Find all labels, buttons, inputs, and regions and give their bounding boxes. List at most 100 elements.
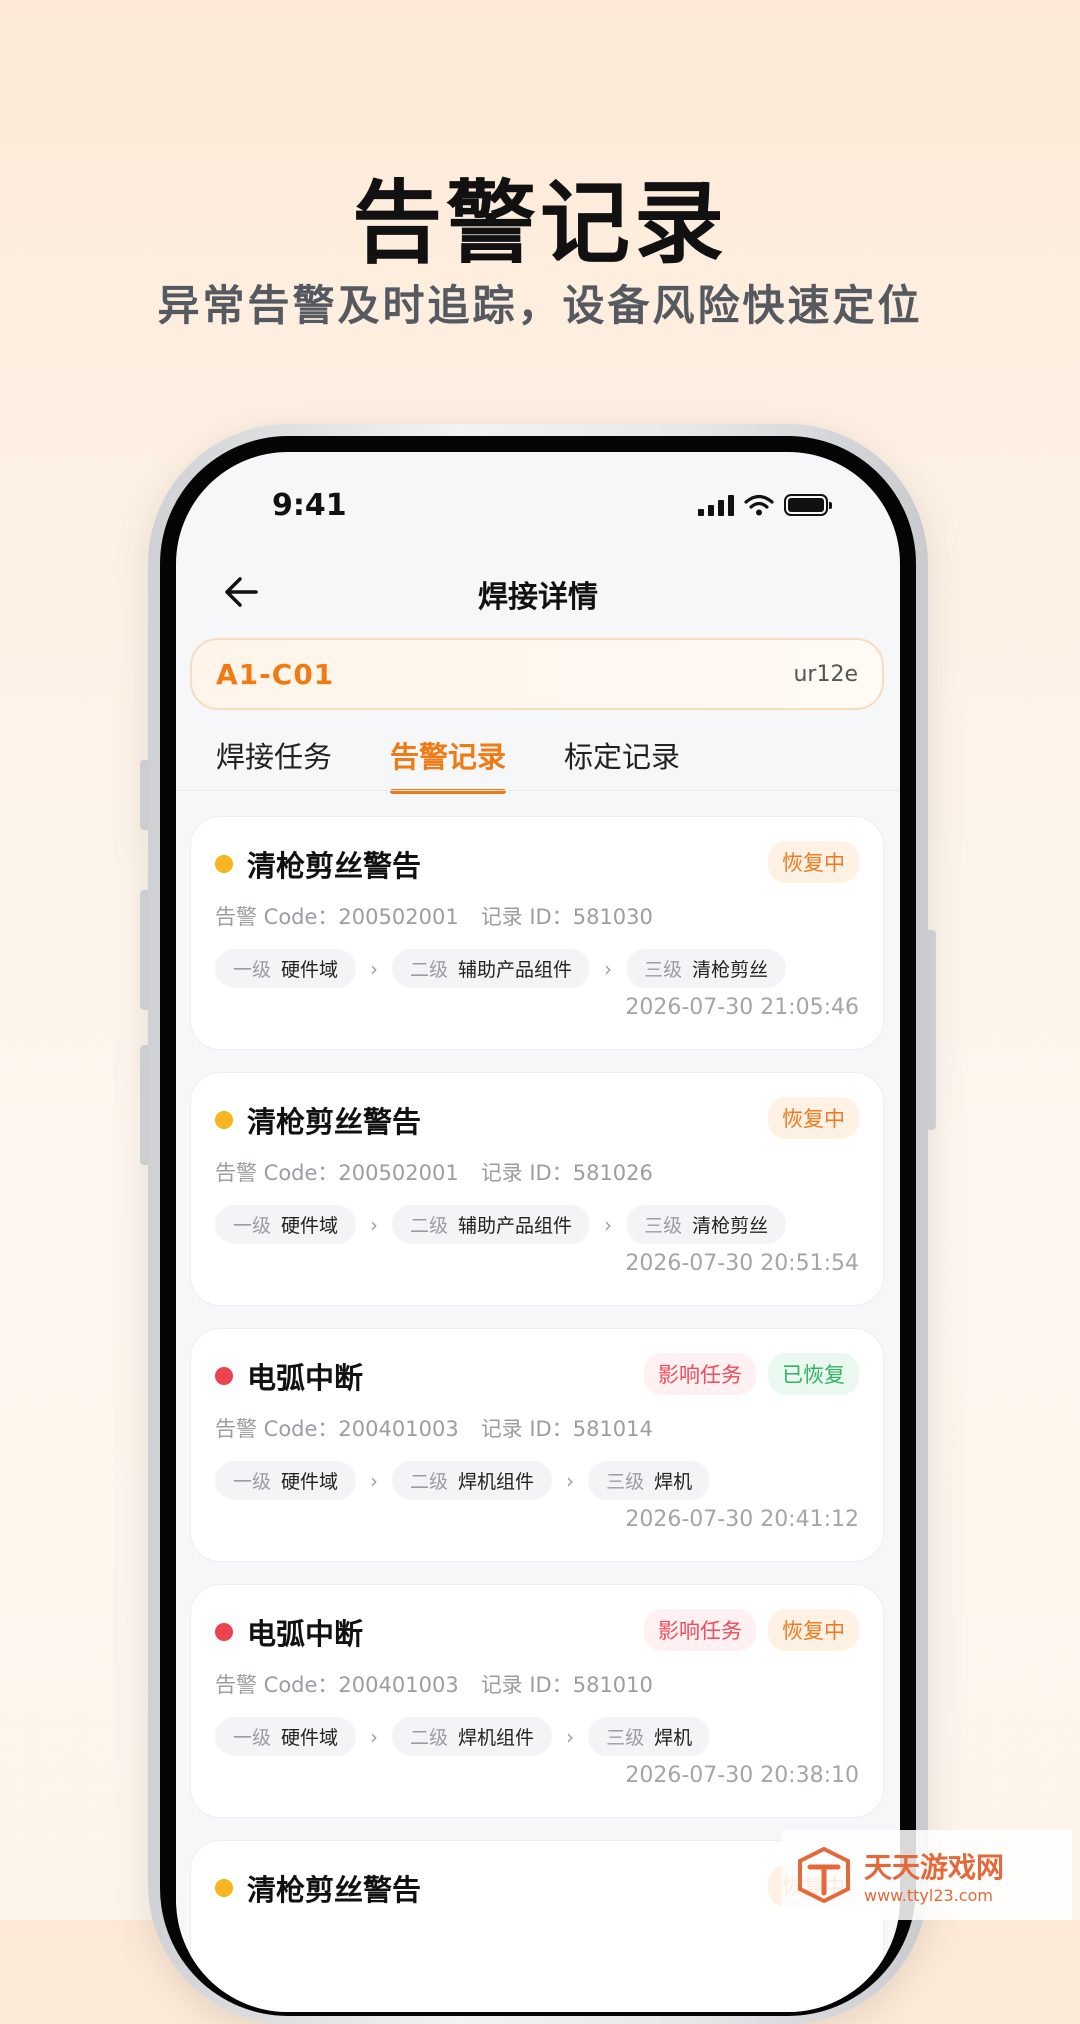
alert-code: 告警 Code：200401003: [215, 1417, 459, 1441]
status-badge: 影响任务: [644, 1353, 756, 1395]
category-value: 焊机组件: [458, 1471, 535, 1493]
alert-timestamp: 2026-07-30 21:05:46: [625, 995, 859, 1020]
alert-code: 告警 Code：200502001: [215, 1161, 459, 1185]
chevron-right-icon: ›: [370, 1212, 379, 1237]
category-value: 辅助产品组件: [458, 959, 573, 981]
alert-badges: 恢复中: [768, 841, 859, 883]
alert-status-dot: [215, 1367, 233, 1385]
category-value: 清枪剪丝: [692, 959, 769, 981]
category-path: 一级 硬件域 › 二级 焊机组件 › 三级 焊机: [215, 1717, 711, 1756]
alert-timestamp: 2026-07-30 20:51:54: [625, 1251, 859, 1276]
hero-subtitle: 异常告警及时追踪，设备风险快速定位: [157, 281, 923, 330]
category-value: 硬件域: [281, 1471, 339, 1493]
category-chip: 三级 焊机: [588, 1461, 711, 1500]
category-level: 二级: [410, 1471, 449, 1493]
category-path: 一级 硬件域 › 二级 辅助产品组件 › 三级 清枪剪丝: [215, 1205, 787, 1244]
status-badge: 恢复中: [768, 841, 859, 883]
status-badge: 恢复中: [768, 1097, 859, 1139]
category-value: 焊机: [654, 1727, 693, 1749]
device-card: A1-C01 ur12e: [190, 638, 884, 710]
category-value: 辅助产品组件: [458, 1215, 573, 1237]
alert-timestamp: 2026-07-30 20:38:10: [625, 1763, 859, 1788]
category-chip: 二级 焊机组件: [392, 1461, 553, 1500]
page-title: 焊接详情: [478, 580, 598, 615]
status-badge: 恢复中: [768, 1609, 859, 1651]
tab-weld-tasks[interactable]: 焊接任务: [216, 734, 332, 794]
record-id: 记录 ID：581026: [480, 1161, 653, 1185]
record-id: 记录 ID：581014: [480, 1417, 653, 1441]
alert-list: 清枪剪丝警告 恢复中 告警 Code：200502001 记录 ID：581030 一级…: [190, 816, 884, 2012]
category-level: 二级: [410, 1215, 449, 1237]
alert-title: 清枪剪丝警告: [247, 849, 422, 883]
alert-title: 电弧中断: [247, 1617, 364, 1651]
category-value: 清枪剪丝: [692, 1215, 769, 1237]
device-user: ur12e: [793, 661, 858, 687]
alert-status-dot: [215, 1111, 233, 1129]
category-chip: 三级 清枪剪丝: [626, 949, 787, 988]
alert-timestamp: 2026-07-30 20:41:12: [625, 1507, 859, 1532]
tab-alarm-records[interactable]: 告警记录: [390, 734, 507, 794]
category-chip: 二级 焊机组件: [392, 1717, 553, 1756]
category-chip: 三级 焊机: [588, 1717, 711, 1756]
alert-meta: 告警 Code：200502001 记录 ID：581026: [215, 1157, 653, 1187]
alert-badges: 影响任务 恢复中: [644, 1609, 859, 1651]
phone-screen: 9:41 焊接详情 A1-C01 ur12e 焊接任务 告警记录 标定记录 清枪…: [176, 452, 900, 2012]
alert-card[interactable]: 电弧中断 影响任务 恢复中告警 Code：200401003 记录 ID：581010…: [190, 1584, 884, 1818]
tab-calibration-records[interactable]: 标定记录: [564, 734, 680, 794]
chevron-right-icon: ›: [604, 1212, 613, 1237]
battery-icon: [784, 494, 832, 516]
record-id: 记录 ID：581010: [480, 1673, 653, 1697]
watermark: 天天游戏网 www.ttyl23.com: [782, 1830, 1072, 1920]
chevron-right-icon: ›: [370, 1724, 379, 1749]
status-icons: [698, 494, 832, 516]
category-chip: 二级 辅助产品组件: [392, 949, 591, 988]
alert-status-dot: [215, 1879, 233, 1897]
alert-status-dot: [215, 1623, 233, 1641]
category-path: 一级 硬件域 › 二级 辅助产品组件 › 三级 清枪剪丝: [215, 949, 787, 988]
alert-title: 清枪剪丝警告: [247, 1105, 422, 1139]
category-chip: 一级 硬件域: [215, 949, 357, 988]
category-level: 一级: [233, 1471, 272, 1493]
alert-card[interactable]: 清枪剪丝警告 恢复中告警 Code：200502001 记录 ID：581026 一级…: [190, 1072, 884, 1306]
chevron-right-icon: ›: [370, 956, 379, 981]
category-value: 焊机: [654, 1471, 693, 1493]
category-path: 一级 硬件域 › 二级 焊机组件 › 三级 焊机: [215, 1461, 711, 1500]
wifi-icon: [744, 494, 774, 516]
tab-bar: 焊接任务 告警记录 标定记录: [216, 734, 680, 794]
category-chip: 三级 清枪剪丝: [626, 1205, 787, 1244]
alert-card[interactable]: 清枪剪丝警告恢复中: [190, 1840, 884, 2012]
alert-code: 告警 Code：200401003: [215, 1673, 459, 1697]
hero-title: 告警记录: [352, 171, 728, 276]
chevron-right-icon: ›: [566, 1468, 575, 1493]
category-value: 硬件域: [281, 1215, 339, 1237]
alert-title: 清枪剪丝警告: [247, 1873, 422, 1907]
category-level: 一级: [233, 959, 272, 981]
alert-badges: 影响任务 已恢复: [644, 1353, 859, 1395]
category-value: 硬件域: [281, 959, 339, 981]
category-level: 三级: [644, 1215, 683, 1237]
record-id: 记录 ID：581030: [480, 905, 653, 929]
alert-title: 电弧中断: [247, 1361, 364, 1395]
alert-code: 告警 Code：200502001: [215, 905, 459, 929]
category-level: 三级: [606, 1471, 645, 1493]
category-chip: 一级 硬件域: [215, 1205, 357, 1244]
category-level: 三级: [644, 959, 683, 981]
alert-status-dot: [215, 855, 233, 873]
category-level: 二级: [410, 1727, 449, 1749]
category-level: 一级: [233, 1215, 272, 1237]
category-level: 三级: [606, 1727, 645, 1749]
tab-divider: [176, 790, 900, 791]
status-badge: 影响任务: [644, 1609, 756, 1651]
category-level: 一级: [233, 1727, 272, 1749]
chevron-right-icon: ›: [370, 1468, 379, 1493]
alert-meta: 告警 Code：200401003 记录 ID：581010: [215, 1669, 653, 1699]
alert-meta: 告警 Code：200401003 记录 ID：581014: [215, 1413, 653, 1443]
alert-card[interactable]: 清枪剪丝警告 恢复中告警 Code：200502001 记录 ID：581030 一级…: [190, 816, 884, 1050]
alert-meta: 告警 Code：200502001 记录 ID：581030: [215, 901, 653, 931]
category-value: 焊机组件: [458, 1727, 535, 1749]
category-chip: 一级 硬件域: [215, 1717, 357, 1756]
category-value: 硬件域: [281, 1727, 339, 1749]
alert-card[interactable]: 电弧中断 影响任务 已恢复告警 Code：200401003 记录 ID：581014…: [190, 1328, 884, 1562]
watermark-url: www.ttyl23.com: [864, 1885, 993, 1905]
watermark-name: 天天游戏网: [864, 1850, 1005, 1884]
